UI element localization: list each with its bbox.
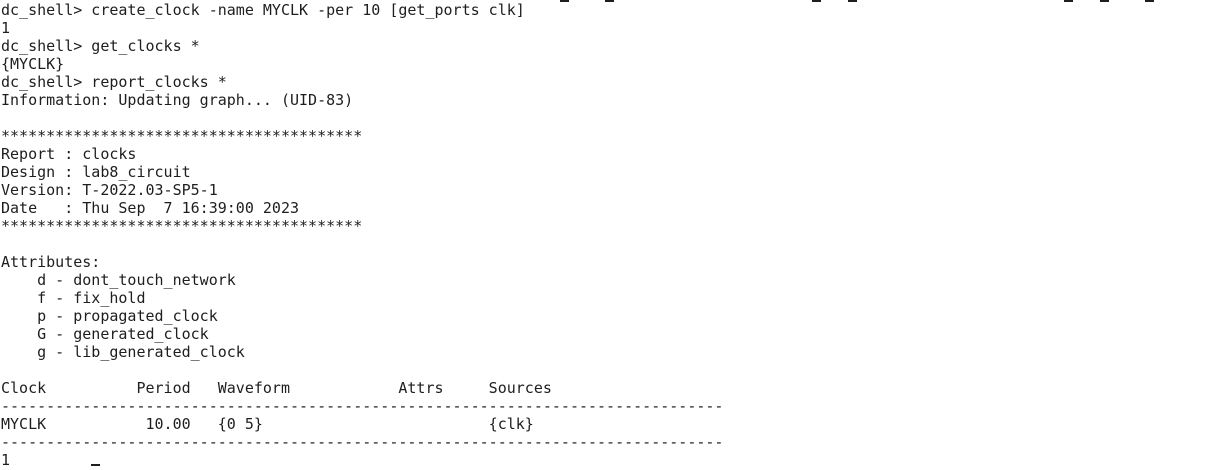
- attribute-item: f - fix_hold: [1, 289, 146, 307]
- info-message: Information: Updating graph... (UID-83): [1, 91, 354, 109]
- report-separator: ****************************************: [1, 217, 363, 235]
- scrolled-text-fragment: [1145, 0, 1154, 2]
- report-separator: ****************************************: [1, 127, 363, 145]
- report-header: Date : Thu Sep 7 16:39:00 2023: [1, 199, 300, 217]
- command-line: dc_shell> create_clock -name MYCLK -per …: [1, 1, 525, 19]
- scrolled-text-fragment: [1100, 0, 1109, 2]
- scrolled-text-fragment: [812, 0, 821, 2]
- scrolled-text-fragment: [848, 0, 857, 2]
- command-line: dc_shell> report_clocks *: [1, 73, 227, 91]
- terminal-window[interactable]: dc_shell> create_clock -name MYCLK -per …: [0, 0, 1228, 470]
- report-header: Report : clocks: [1, 145, 137, 163]
- output-line: 1: [1, 451, 11, 469]
- attribute-item: p - propagated_clock: [1, 307, 218, 325]
- table-separator: ----------------------------------------…: [1, 397, 724, 415]
- scrolled-text-fragment: [1064, 0, 1073, 2]
- table-row: MYCLK 10.00 {0 5} {clk}: [1, 415, 534, 433]
- scrolled-text-fragment: [560, 0, 569, 2]
- table-separator: ----------------------------------------…: [1, 433, 724, 451]
- scrolled-text-fragment: [605, 0, 614, 2]
- attribute-item: d - dont_touch_network: [1, 271, 236, 289]
- report-header: Design : lab8_circuit: [1, 163, 191, 181]
- attributes-heading: Attributes:: [1, 253, 101, 271]
- attribute-item: g - lib_generated_clock: [1, 343, 245, 361]
- command-line: dc_shell> get_clocks *: [1, 37, 200, 55]
- table-header: Clock Period Waveform Attrs Sources: [1, 379, 552, 397]
- report-header: Version: T-2022.03-SP5-1: [1, 181, 218, 199]
- text-cursor: [91, 464, 100, 466]
- output-line: 1: [1, 19, 11, 37]
- output-line: {MYCLK}: [1, 55, 65, 73]
- attribute-item: G - generated_clock: [1, 325, 209, 343]
